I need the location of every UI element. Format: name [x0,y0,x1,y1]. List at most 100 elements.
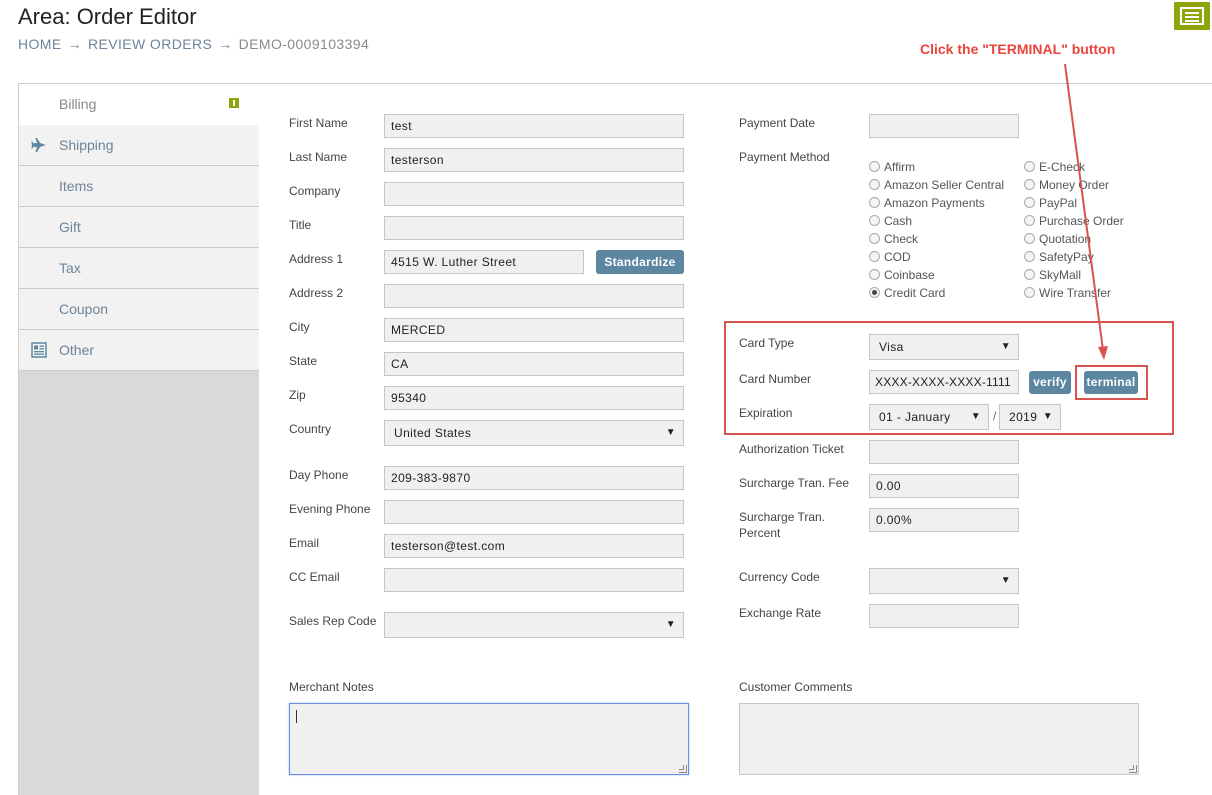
sidebar: Billing Shipping Items Gift Tax Coupon O… [18,84,259,795]
order-view-icon[interactable] [1174,2,1210,30]
surcharge-percent-label-line1: Surcharge Tran. [739,510,826,524]
address1-field[interactable]: 4515 W. Luther Street [384,250,584,274]
radio-icon [1024,215,1035,226]
radio-icon [1024,287,1035,298]
cc-email-field[interactable] [384,568,684,592]
sidebar-item-coupon[interactable]: Coupon [19,289,259,330]
radio-label: Coinbase [884,268,935,282]
radio-icon [1024,179,1035,190]
radio-icon [869,251,880,262]
evening-phone-field[interactable] [384,500,684,524]
newspaper-icon [31,342,47,358]
resize-handle-icon[interactable] [679,765,687,773]
breadcrumb-review-orders[interactable]: REVIEW ORDERS [88,36,212,52]
breadcrumb-separator: → [67,36,83,52]
zip-field[interactable]: 95340 [384,386,684,410]
authorization-ticket-field[interactable] [869,440,1019,464]
merchant-notes-textarea[interactable] [289,703,689,775]
sidebar-item-label: Billing [59,96,97,112]
order-view-icon-frame [1180,7,1204,25]
sidebar-item-gift[interactable]: Gift [19,207,259,248]
title-field[interactable] [384,216,684,240]
annotation-instruction: Click the "TERMINAL" button [920,41,1116,57]
radio-label: Amazon Seller Central [884,178,1005,192]
city-label: City [289,320,310,334]
breadcrumb-separator: → [218,36,233,52]
airplane-icon [31,138,46,152]
radio-icon [869,197,880,208]
radio-amazon-seller-central[interactable]: Amazon Seller Central [869,178,1004,196]
radio-affirm[interactable]: Affirm [869,160,1004,178]
day-phone-field[interactable]: 209-383-9870 [384,466,684,490]
radio-icon [1024,197,1035,208]
sidebar-item-label: Gift [59,219,81,235]
radio-icon [1024,269,1035,280]
sidebar-item-tax[interactable]: Tax [19,248,259,289]
customer-comments-label: Customer Comments [739,680,853,694]
last-name-label: Last Name [289,150,348,164]
zip-label: Zip [289,388,306,402]
currency-code-select[interactable]: ▼ [869,568,1019,594]
radio-icon [869,215,880,226]
merchant-notes-label: Merchant Notes [289,680,374,694]
radio-checked-icon [869,287,880,298]
company-label: Company [289,184,341,198]
resize-handle-icon[interactable] [1129,765,1137,773]
sidebar-item-billing[interactable]: Billing [19,84,259,125]
state-field[interactable]: CA [384,352,684,376]
email-field[interactable]: testerson@test.com [384,534,684,558]
evening-phone-label: Evening Phone [289,502,371,516]
first-name-label: First Name [289,116,348,130]
cc-email-label: CC Email [289,570,340,584]
currency-code-label: Currency Code [739,570,820,584]
last-name-field[interactable]: testerson [384,148,684,172]
radio-label: Credit Card [884,286,946,300]
radio-cod[interactable]: COD [869,250,1004,268]
payment-date-field[interactable] [869,114,1019,138]
breadcrumb-home[interactable]: HOME [18,36,62,52]
standardize-button[interactable]: Standardize [596,250,684,274]
radio-label: Check [884,232,919,246]
sales-rep-code-select[interactable]: ▼ [384,612,684,638]
radio-coinbase[interactable]: Coinbase [869,268,1004,286]
sidebar-item-other[interactable]: Other [19,330,259,371]
country-select-value: United States [394,426,472,440]
country-select[interactable]: United States ▼ [384,420,684,446]
company-field[interactable] [384,182,684,206]
surcharge-percent-field[interactable]: 0.00% [869,508,1019,532]
radio-icon [1024,251,1035,262]
payment-method-group-1: Affirm Amazon Seller Central Amazon Paym… [869,160,1004,304]
state-label: State [289,354,318,368]
breadcrumb: HOME → REVIEW ORDERS → DEMO-0009103394 [18,36,369,52]
breadcrumb-order-id: DEMO-0009103394 [238,36,370,52]
city-field[interactable]: MERCED [384,318,684,342]
sidebar-item-shipping[interactable]: Shipping [19,125,259,166]
address2-field[interactable] [384,284,684,308]
radio-credit-card[interactable]: Credit Card [869,286,1004,304]
customer-comments-textarea[interactable] [739,703,1139,775]
address1-label: Address 1 [289,252,344,266]
radio-cash[interactable]: Cash [869,214,1004,232]
radio-icon [869,161,880,172]
radio-label: COD [884,250,911,264]
surcharge-fee-field[interactable]: 0.00 [869,474,1019,498]
annotation-arrow-icon [1064,63,1108,360]
page-title: Area: Order Editor [18,4,197,29]
surcharge-percent-label: Surcharge Tran. Percent [739,510,825,540]
radio-icon [1024,233,1035,244]
sidebar-item-label: Tax [59,260,81,276]
radio-label: Cash [884,214,913,228]
sidebar-item-items[interactable]: Items [19,166,259,207]
radio-check[interactable]: Check [869,232,1004,250]
sales-rep-code-label: Sales Rep Code [289,614,377,628]
annotation-terminal-highlight [1075,365,1148,400]
surcharge-fee-label: Surcharge Tran. Fee [739,476,850,490]
radio-amazon-payments[interactable]: Amazon Payments [869,196,1004,214]
exchange-rate-label: Exchange Rate [739,606,822,620]
radio-label: Affirm [884,160,916,174]
info-badge-icon [229,98,239,108]
first-name-field[interactable]: test [384,114,684,138]
dropdown-caret-icon: ▼ [665,427,676,438]
exchange-rate-field[interactable] [869,604,1019,628]
text-cursor [296,710,297,723]
